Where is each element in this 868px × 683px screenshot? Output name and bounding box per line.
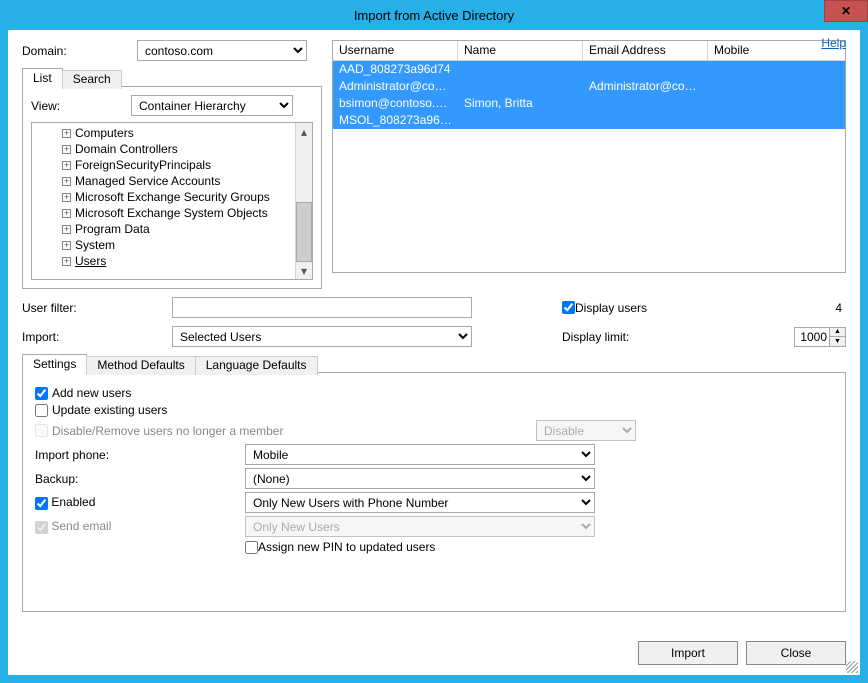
help-link[interactable]: Help <box>821 36 846 50</box>
import-select[interactable]: Selected Users <box>172 326 472 347</box>
add-new-users-checkbox[interactable] <box>35 387 48 400</box>
col-mobile[interactable]: Mobile <box>708 41 808 60</box>
close-icon[interactable]: ✕ <box>824 0 868 22</box>
scroll-up-icon[interactable]: ▴ <box>296 123 312 140</box>
list-row[interactable]: bsimon@contoso.comSimon, Britta <box>333 95 845 112</box>
close-button[interactable]: Close <box>746 641 846 665</box>
plus-icon[interactable]: + <box>62 177 71 186</box>
import-phone-label: Import phone: <box>35 448 245 462</box>
plus-icon[interactable]: + <box>62 161 71 170</box>
update-existing-checkbox[interactable] <box>35 404 48 417</box>
container-tree[interactable]: +Computers +Domain Controllers +ForeignS… <box>32 123 295 279</box>
users-list[interactable]: Username Name Email Address Mobile AAD_8… <box>332 40 846 273</box>
disable-remove-checkbox <box>35 424 48 437</box>
display-limit-label: Display limit: <box>562 330 692 344</box>
plus-icon[interactable]: + <box>62 225 71 234</box>
enabled-select[interactable]: Only New Users with Phone Number <box>245 492 595 513</box>
disable-action-select: Disable <box>536 420 636 441</box>
tree-scrollbar[interactable]: ▴ ▾ <box>295 123 312 279</box>
display-users-checkbox[interactable] <box>562 301 575 314</box>
dialog-body: Help Domain: contoso.com List Search Vie… <box>8 30 860 675</box>
tab-method-defaults[interactable]: Method Defaults <box>86 356 195 375</box>
tab-language-defaults[interactable]: Language Defaults <box>195 356 318 375</box>
user-filter-input[interactable] <box>172 297 472 318</box>
view-label: View: <box>31 99 131 113</box>
enabled-checkbox[interactable] <box>35 497 48 510</box>
send-email-select: Only New Users <box>245 516 595 537</box>
domain-label: Domain: <box>22 44 137 58</box>
col-email[interactable]: Email Address <box>583 41 708 60</box>
tab-search[interactable]: Search <box>62 70 122 89</box>
list-row[interactable]: AAD_808273a96d74 <box>333 61 845 78</box>
col-username[interactable]: Username <box>333 41 458 60</box>
plus-icon[interactable]: + <box>62 257 71 266</box>
scroll-thumb[interactable] <box>296 202 312 262</box>
window-title: Import from Active Directory <box>0 8 868 23</box>
display-users-label: Display users <box>575 301 647 315</box>
scroll-down-icon[interactable]: ▾ <box>296 262 312 279</box>
send-email-checkbox <box>35 521 48 534</box>
tree-item: +Microsoft Exchange System Objects <box>62 205 295 221</box>
col-name[interactable]: Name <box>458 41 583 60</box>
settings-panel: Add new users Update existing users Disa… <box>22 372 846 612</box>
list-header[interactable]: Username Name Email Address Mobile <box>333 41 845 61</box>
import-button[interactable]: Import <box>638 641 738 665</box>
assign-pin-checkbox[interactable] <box>245 541 258 554</box>
result-count: 4 <box>835 301 846 315</box>
list-row[interactable]: MSOL_808273a96d74 <box>333 112 845 129</box>
user-filter-label: User filter: <box>22 301 172 315</box>
tree-item: +System <box>62 237 295 253</box>
list-tab-panel: View: Container Hierarchy +Computers +Do… <box>22 86 322 289</box>
tree-item: +Domain Controllers <box>62 141 295 157</box>
tree-item: +Program Data <box>62 221 295 237</box>
tree-item: +Managed Service Accounts <box>62 173 295 189</box>
list-row[interactable]: Administrator@contos...Administrator@con… <box>333 78 845 95</box>
plus-icon[interactable]: + <box>62 145 71 154</box>
plus-icon[interactable]: + <box>62 129 71 138</box>
backup-label: Backup: <box>35 472 245 486</box>
plus-icon[interactable]: + <box>62 241 71 250</box>
display-limit-input[interactable] <box>795 328 829 346</box>
tree-item: +Microsoft Exchange Security Groups <box>62 189 295 205</box>
spin-up-icon[interactable]: ▲ <box>830 328 845 337</box>
tree-item: +Computers <box>62 125 295 141</box>
tree-item: +Users <box>62 253 295 269</box>
resize-grip-icon[interactable] <box>846 661 858 673</box>
tab-settings[interactable]: Settings <box>22 354 87 373</box>
spin-down-icon[interactable]: ▼ <box>830 337 845 346</box>
tab-list[interactable]: List <box>22 68 63 87</box>
tree-item: +ForeignSecurityPrincipals <box>62 157 295 173</box>
import-label: Import: <box>22 330 172 344</box>
title-bar: Import from Active Directory ✕ <box>0 0 868 30</box>
plus-icon[interactable]: + <box>62 209 71 218</box>
domain-select[interactable]: contoso.com <box>137 40 307 61</box>
backup-select[interactable]: (None) <box>245 468 595 489</box>
display-limit-spinner[interactable]: ▲▼ <box>794 327 846 347</box>
plus-icon[interactable]: + <box>62 193 71 202</box>
view-select[interactable]: Container Hierarchy <box>131 95 293 116</box>
import-phone-select[interactable]: Mobile <box>245 444 595 465</box>
